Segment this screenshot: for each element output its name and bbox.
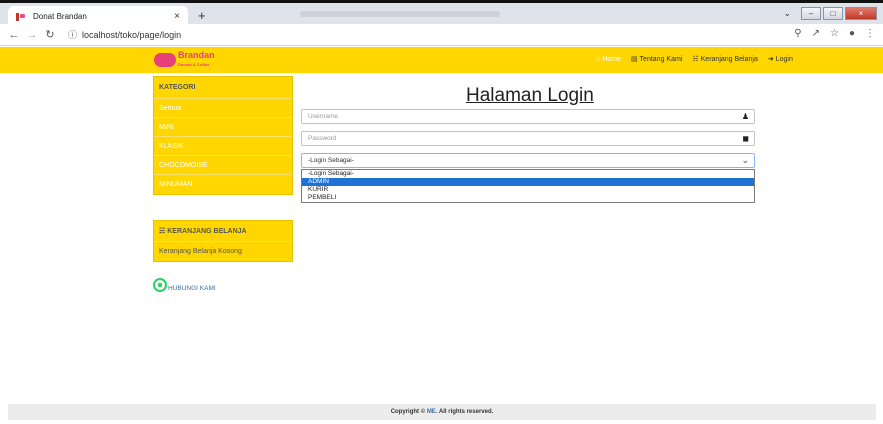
- donut-logo-icon: [154, 53, 176, 67]
- window-controls: ⌄ – □ ×: [783, 7, 877, 20]
- bookmark-star-icon[interactable]: ☆: [830, 28, 839, 39]
- cart-card: ☵ KERANJANG BELANJA Keranjang Belanja Ko…: [153, 220, 293, 262]
- forward-icon[interactable]: →: [24, 29, 40, 41]
- login-role-value: -Login Sebagai-: [308, 157, 354, 164]
- window-close-button[interactable]: ×: [845, 7, 877, 20]
- user-icon: ♟: [741, 112, 749, 121]
- brand-subtitle: Donuts & Coffee: [178, 62, 210, 67]
- kategori-item-mini[interactable]: MINI: [154, 118, 292, 137]
- id-card-icon: ▤: [630, 56, 638, 63]
- nav-keranjang-label: Keranjang Belanja: [700, 55, 758, 63]
- nav-login[interactable]: ➜ Login: [767, 55, 793, 64]
- footer-prefix: Copyright ©: [390, 409, 427, 415]
- username-placeholder: Username: [308, 113, 338, 120]
- cart-title-label: KERANJANG BELANJA: [167, 228, 247, 235]
- cart-empty-text: Keranjang Belanja Kosong: [159, 248, 242, 255]
- nav-home[interactable]: ⌂ Home: [596, 55, 621, 63]
- role-option[interactable]: PEMBELI: [302, 194, 754, 202]
- cart-icon: ☵: [159, 228, 166, 235]
- share-icon[interactable]: ↗: [812, 28, 820, 39]
- kategori-item-chocomoise[interactable]: CHOCOMOISE: [154, 156, 292, 175]
- site-info-icon[interactable]: ⓘ: [68, 28, 77, 41]
- login-role-select[interactable]: -Login Sebagai- ⌄: [301, 153, 755, 168]
- nav-keranjang[interactable]: ☵ Keranjang Belanja: [692, 55, 758, 64]
- site-navbar: Brandan Donuts & Coffee ⌂ Home ▤ Tentang…: [0, 47, 883, 73]
- tab-title: Donat Brandan: [33, 12, 87, 21]
- new-tab-button[interactable]: +: [198, 9, 206, 23]
- kategori-item-minuman[interactable]: MINUMAN: [154, 175, 292, 194]
- footer-suffix: . All rights reserved.: [435, 409, 494, 415]
- nav-tentang-kami[interactable]: ▤ Tentang Kami: [630, 55, 683, 64]
- login-role-dropdown: -Login Sebagai- ADMIN KURIR PEMBELI: [301, 169, 755, 203]
- kategori-item-klasik[interactable]: KLASIK: [154, 137, 292, 156]
- nav-home-label: Home: [602, 55, 621, 63]
- username-field[interactable]: Username ♟: [301, 109, 755, 124]
- cart-icon: ☵: [692, 56, 699, 63]
- blurred-window-title: [300, 11, 500, 17]
- profile-icon[interactable]: ●: [849, 28, 855, 39]
- footer-brand-link[interactable]: ME: [427, 409, 436, 415]
- brand-name: Brandan: [178, 50, 215, 60]
- menu-dots-icon[interactable]: ⋮: [865, 28, 875, 39]
- password-placeholder: Password: [308, 135, 337, 142]
- maximize-button[interactable]: □: [823, 7, 843, 20]
- zoom-icon[interactable]: ⚲: [794, 28, 801, 39]
- lock-icon: ◼: [742, 134, 749, 143]
- contact-link[interactable]: HUBUNGI KAMI: [153, 278, 293, 292]
- role-option[interactable]: -Login Sebagai-: [302, 170, 754, 178]
- minimize-button[interactable]: –: [801, 7, 821, 20]
- nav-tentang-kami-label: Tentang Kami: [639, 55, 683, 63]
- whatsapp-icon: [153, 278, 167, 292]
- address-bar-actions: ⚲ ↗ ☆ ● ⋮: [794, 28, 875, 39]
- tab-search-icon[interactable]: ⌄: [783, 8, 791, 19]
- address-bar: ← → ↻ ⓘ localhost/toko/page/login ⚲ ↗ ☆ …: [0, 24, 883, 46]
- tab-close-icon[interactable]: ×: [174, 11, 180, 22]
- home-icon: ⌂: [596, 55, 601, 63]
- back-icon[interactable]: ←: [6, 29, 22, 41]
- role-option-selected[interactable]: ADMIN: [302, 178, 754, 186]
- nav-login-label: Login: [775, 55, 793, 63]
- site-menu: ⌂ Home ▤ Tentang Kami ☵ Keranjang Belanj…: [596, 55, 793, 64]
- kategori-item-semua[interactable]: Semua: [154, 99, 292, 118]
- browser-tab-bar: Donat Brandan × + ⌄ – □ ×: [0, 0, 883, 27]
- password-field[interactable]: Password ◼: [301, 131, 755, 146]
- url-text: localhost/toko/page/login: [82, 29, 182, 40]
- kategori-card: KATEGORI Semua MINI KLASIK CHOCOMOISE MI…: [153, 76, 293, 195]
- sidebar: KATEGORI Semua MINI KLASIK CHOCOMOISE MI…: [153, 76, 293, 292]
- reload-icon[interactable]: ↻: [42, 28, 58, 41]
- kategori-title: KATEGORI: [154, 77, 292, 99]
- brand-logo[interactable]: Brandan Donuts & Coffee: [154, 50, 224, 68]
- role-option[interactable]: KURIR: [302, 186, 754, 194]
- login-icon: ➜: [767, 56, 774, 63]
- cart-title: ☵ KERANJANG BELANJA: [154, 221, 292, 242]
- favicon-icon: [16, 12, 25, 21]
- page-title: Halaman Login: [466, 85, 594, 106]
- url-field[interactable]: ⓘ localhost/toko/page/login: [68, 28, 181, 41]
- chevron-down-icon: ⌄: [741, 155, 749, 165]
- contact-label: HUBUNGI KAMI: [168, 285, 216, 292]
- footer: Copyright © ME. All rights reserved.: [8, 404, 876, 420]
